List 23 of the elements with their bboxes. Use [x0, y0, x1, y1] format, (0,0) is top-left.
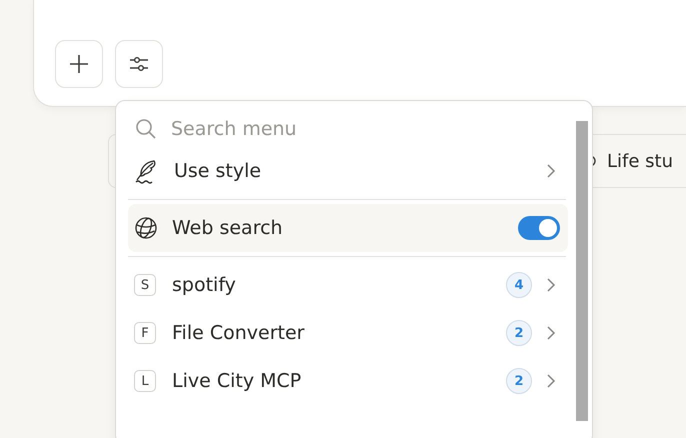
count-badge: 4	[506, 272, 532, 298]
menu-item[interactable]: F File Converter 2	[128, 309, 568, 357]
chevron-right-icon	[546, 163, 556, 179]
count-badge: 2	[506, 320, 532, 346]
chevron-right-icon	[546, 373, 556, 389]
sliders-icon	[129, 56, 149, 72]
add-button[interactable]	[55, 40, 103, 88]
search-icon	[135, 118, 157, 140]
menu-item[interactable]: Use style	[128, 147, 568, 195]
letter-icon: S	[134, 274, 156, 296]
search-field[interactable]: Search menu	[171, 118, 471, 140]
letter-icon: L	[134, 370, 156, 392]
count-badge: 2	[506, 368, 532, 394]
menu-item[interactable]: S spotify 4	[128, 261, 568, 309]
chevron-right-icon	[546, 325, 556, 341]
chevron-right-icon	[546, 277, 556, 293]
menu-item[interactable]: L Live City MCP 2	[128, 357, 568, 405]
menu-item[interactable]: Web search	[128, 204, 568, 252]
toggle-switch[interactable]	[518, 216, 560, 240]
letter-icon: F	[134, 322, 156, 344]
tools-button[interactable]	[115, 40, 163, 88]
plus-icon	[69, 54, 89, 74]
globe-icon	[134, 216, 158, 240]
